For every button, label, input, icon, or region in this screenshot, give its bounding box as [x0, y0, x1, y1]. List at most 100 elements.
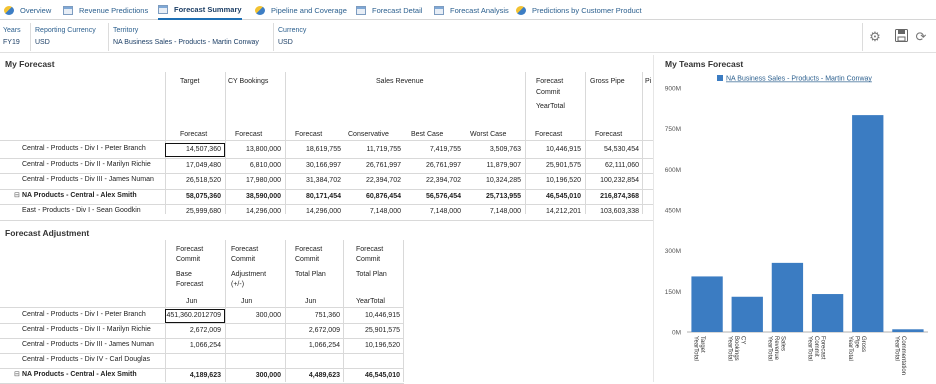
grid-line: [0, 323, 404, 324]
refresh-icon[interactable]: ⟳: [913, 29, 929, 45]
data-cell[interactable]: 60,876,454: [346, 191, 404, 203]
col-period: Jun: [305, 298, 317, 305]
row-label: Central - Products - Div I - Peter Branc…: [22, 145, 146, 152]
chart-icon: [516, 5, 526, 15]
data-cell[interactable]: 4,189,623: [166, 370, 224, 382]
data-cell[interactable]: 300,000: [226, 370, 284, 382]
data-cell[interactable]: 54,530,454: [586, 144, 642, 156]
data-cell[interactable]: 58,075,360: [166, 191, 224, 203]
data-cell[interactable]: 31,384,702: [286, 175, 344, 187]
data-cell[interactable]: 22,394,702: [346, 175, 404, 187]
data-cell[interactable]: 22,394,702: [406, 175, 464, 187]
forecast-adjustment-title: Forecast Adjustment: [5, 228, 90, 238]
divider: [653, 55, 654, 382]
tab-forecast-analysis[interactable]: Forecast Analysis: [434, 0, 509, 20]
y-tick-label: 600M: [665, 167, 681, 174]
data-cell[interactable]: 14,507,360: [165, 143, 225, 157]
collapse-icon[interactable]: ⊟: [14, 191, 20, 199]
legend-swatch: [717, 75, 723, 81]
chart-icon: [4, 5, 14, 15]
data-cell[interactable]: 14,212,201: [526, 206, 584, 218]
data-cell[interactable]: 26,518,520: [166, 175, 224, 187]
data-cell[interactable]: 751,360: [285, 310, 343, 322]
pov-years[interactable]: Years FY19: [3, 25, 21, 49]
data-cell[interactable]: 17,049,480: [166, 160, 224, 172]
data-cell[interactable]: 46,545,010: [526, 191, 584, 203]
data-cell[interactable]: [166, 355, 224, 367]
data-cell[interactable]: [226, 355, 284, 367]
data-cell[interactable]: 17,980,000: [226, 175, 284, 187]
tab-pipeline-and-coverage[interactable]: Pipeline and Coverage: [255, 0, 347, 20]
data-cell[interactable]: 14,296,000: [286, 206, 344, 218]
data-cell[interactable]: 6,810,000: [226, 160, 284, 172]
gear-icon[interactable]: ⚙: [867, 29, 883, 45]
grid-line: [0, 353, 404, 354]
col-header: Commit: [295, 256, 320, 263]
pov-currency[interactable]: Currency USD: [278, 25, 306, 49]
tab-overview[interactable]: Overview: [4, 0, 51, 20]
x-tick-label: ForecastCommitYearTotal: [807, 336, 826, 361]
data-cell[interactable]: 38,590,000: [226, 191, 284, 203]
y-tick-label: 900M: [665, 86, 681, 93]
tab-bar: Overview Revenue Predictions Forecast Su…: [0, 0, 936, 20]
grid-line: [0, 368, 404, 369]
data-cell[interactable]: 11,879,907: [466, 160, 524, 172]
data-cell[interactable]: 3,509,763: [466, 144, 524, 156]
data-cell[interactable]: 103,603,338: [586, 206, 642, 218]
data-cell[interactable]: 26,761,997: [406, 160, 464, 172]
data-cell[interactable]: 100,232,854: [586, 175, 642, 187]
y-tick-label: 450M: [665, 208, 681, 215]
grid-line: [0, 140, 653, 141]
data-cell[interactable]: 10,446,915: [526, 144, 584, 156]
data-cell[interactable]: 13,800,000: [226, 144, 284, 156]
data-cell[interactable]: [226, 325, 284, 337]
data-cell[interactable]: 25,713,955: [466, 191, 524, 203]
data-cell[interactable]: 7,148,000: [406, 206, 464, 218]
data-cell[interactable]: 4,489,623: [285, 370, 343, 382]
tab-predictions-by-customer-product[interactable]: Predictions by Customer Product: [516, 0, 642, 20]
data-cell[interactable]: 56,576,454: [406, 191, 464, 203]
data-cell[interactable]: 62,111,060: [586, 160, 642, 172]
collapse-icon[interactable]: ⊟: [14, 370, 20, 378]
data-cell[interactable]: 2,672,009: [285, 325, 343, 337]
col-header-yeartotal: YearTotal: [536, 103, 565, 110]
data-cell[interactable]: 10,446,915: [345, 310, 403, 322]
row-label: East - Products - Div I - Sean Goodkin: [22, 207, 141, 214]
pov-territory[interactable]: Territory NA Business Sales - Products - …: [113, 25, 259, 49]
data-cell[interactable]: 7,148,000: [466, 206, 524, 218]
data-cell[interactable]: 7,419,755: [406, 144, 464, 156]
data-cell[interactable]: 18,619,755: [286, 144, 344, 156]
data-cell[interactable]: 2,672,009: [166, 325, 224, 337]
data-cell[interactable]: 30,166,997: [286, 160, 344, 172]
data-cell[interactable]: 300,000: [226, 310, 284, 322]
grid-line: [0, 173, 653, 174]
data-cell[interactable]: 80,171,454: [286, 191, 344, 203]
data-cell[interactable]: 451,360.2012709: [165, 309, 225, 323]
pov-reporting-currency[interactable]: Reporting Currency USD: [35, 25, 96, 49]
data-cell[interactable]: 14,296,000: [226, 206, 284, 218]
data-cell[interactable]: 216,874,368: [586, 191, 642, 203]
data-cell[interactable]: 25,901,575: [526, 160, 584, 172]
data-cell[interactable]: 1,066,254: [166, 340, 224, 352]
data-cell[interactable]: [285, 355, 343, 367]
data-cell[interactable]: 11,719,755: [346, 144, 404, 156]
data-cell[interactable]: 7,148,000: [346, 206, 404, 218]
data-cell[interactable]: 25,901,575: [345, 325, 403, 337]
form-icon: [63, 5, 73, 15]
tab-forecast-summary[interactable]: Forecast Summary: [158, 0, 242, 20]
data-cell[interactable]: 10,196,520: [345, 340, 403, 352]
row-label: Central - Products - Div IV - Carl Dougl…: [22, 356, 150, 363]
data-cell[interactable]: 10,196,520: [526, 175, 584, 187]
data-cell[interactable]: 1,066,254: [285, 340, 343, 352]
tab-forecast-detail[interactable]: Forecast Detail: [356, 0, 422, 20]
data-cell[interactable]: 46,545,010: [345, 370, 403, 382]
data-cell[interactable]: 10,324,285: [466, 175, 524, 187]
tab-revenue-predictions[interactable]: Revenue Predictions: [63, 0, 148, 20]
col-subheader: Worst Case: [470, 131, 507, 138]
y-tick-label: 150M: [665, 289, 681, 296]
data-cell[interactable]: [345, 355, 403, 367]
data-cell[interactable]: [226, 340, 284, 352]
save-icon[interactable]: [893, 29, 909, 45]
data-cell[interactable]: 26,761,997: [346, 160, 404, 172]
data-cell[interactable]: 25,999,680: [166, 206, 224, 218]
